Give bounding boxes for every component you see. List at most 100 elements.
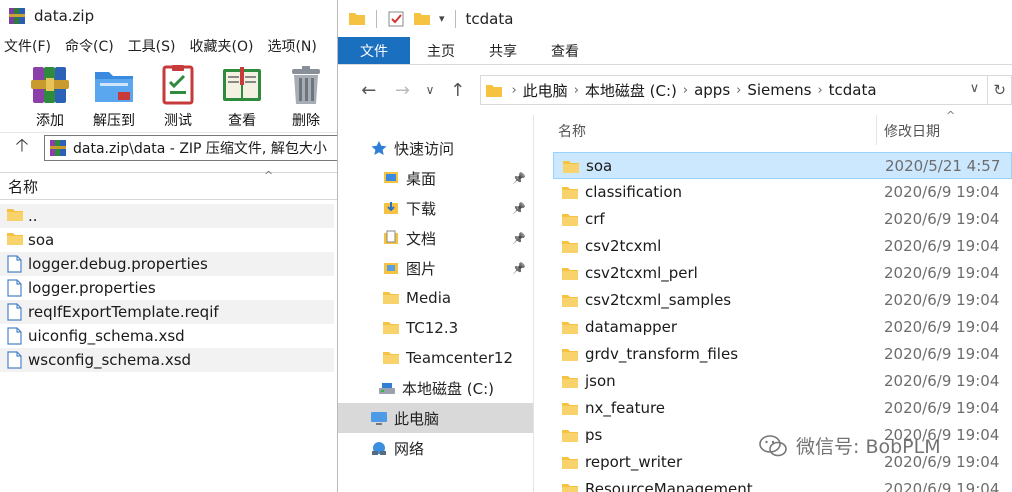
list-item-label: .. [28,207,38,225]
list-item[interactable]: wsconfig_schema.xsd [0,348,334,372]
column-divider[interactable] [876,115,877,145]
pin-icon[interactable]: 📌 [512,202,526,215]
pin-icon[interactable]: 📌 [512,172,526,185]
nav-pane-item[interactable]: 网络 [338,433,534,463]
folder-icon[interactable] [348,11,366,26]
nav-pane-item[interactable]: TC12.3 [338,313,534,343]
tab-home[interactable]: 主页 [410,37,472,64]
winrar-file-list: .. soa logger.debug.properties logger.prope… [0,200,338,372]
table-row[interactable]: grdv_transform_files 2020/6/9 19:04 [553,341,1012,368]
breadcrumb-chevron-icon[interactable]: › [817,83,822,98]
list-item[interactable]: uiconfig_schema.xsd [0,324,334,348]
up-arrow-icon[interactable]: ↑ [441,80,475,101]
delete-label: 删除 [292,113,320,129]
folder-icon [561,455,579,470]
list-item[interactable]: .. [0,204,334,228]
tab-share[interactable]: 共享 [472,37,534,64]
winrar-window: data.zip 文件(F) 命令(C) 工具(S) 收藏夹(O) 选项(N) … [0,0,338,492]
refresh-icon[interactable]: ↻ [988,75,1012,105]
winrar-column-header[interactable]: ^ 名称 [0,169,338,200]
menu-favorites[interactable]: 收藏夹(O) [190,36,254,56]
nav-pane-item-label: Media [406,289,452,307]
nav-pane-item[interactable]: 本地磁盘 (C:) [338,373,534,403]
tab-view[interactable]: 查看 [534,37,596,64]
date-modified: 2020/6/9 19:04 [884,345,1000,363]
archive-path-field[interactable]: data.zip\data - ZIP 压缩文件, 解包大小 [44,134,338,161]
breadcrumb-this-pc[interactable]: 此电脑 [523,80,568,101]
breadcrumb-tcdata[interactable]: tcdata [829,81,877,99]
list-item-label: logger.properties [28,279,156,297]
table-row[interactable]: json 2020/6/9 19:04 [553,368,1012,395]
add-label: 添加 [36,113,64,129]
file-icon [6,351,22,369]
date-modified: 2020/5/21 4:57 [885,157,1001,175]
nav-pane-item[interactable]: 此电脑 [338,403,534,433]
new-folder-icon[interactable] [413,11,431,26]
table-row[interactable]: datamapper 2020/6/9 19:04 [553,314,1012,341]
pin-icon[interactable]: 📌 [512,262,526,275]
address-bar[interactable]: › 此电脑 › 本地磁盘 (C:) › apps › Siemens › tcd… [480,75,989,105]
file-icon [6,327,22,345]
table-row[interactable]: nx_feature 2020/6/9 19:04 [553,395,1012,422]
table-row[interactable]: classification 2020/6/9 19:04 [553,179,1012,206]
nav-pane-item[interactable]: 文档 📌 [338,223,534,253]
table-row[interactable]: csv2tcxml_samples 2020/6/9 19:04 [553,287,1012,314]
nav-pane-item-label: 网络 [394,439,425,458]
winrar-app-icon [9,8,25,24]
nav-pane-item[interactable]: 快速访问 [338,133,534,163]
menu-file[interactable]: 文件(F) [4,36,51,56]
table-row[interactable]: soa 2020/5/21 4:57 [553,152,1012,179]
table-row[interactable]: csv2tcxml 2020/6/9 19:04 [553,233,1012,260]
up-arrow-icon[interactable]: 🡡 [0,133,44,163]
menu-command[interactable]: 命令(C) [65,36,114,56]
date-modified: 2020/6/9 19:04 [884,183,1000,201]
chevron-down-icon[interactable]: ∨ [970,81,980,96]
nav-pane-item[interactable]: Teamcenter12 [338,343,534,373]
menu-options[interactable]: 选项(N) [267,36,316,56]
list-item[interactable]: reqIfExportTemplate.reqif [0,300,334,324]
toolbar-separator [376,9,377,28]
back-arrow-icon[interactable]: ← [352,80,386,101]
nav-pane-item[interactable]: Media [338,283,534,313]
view-button[interactable]: 查看 [210,64,274,130]
extract-to-icon [95,72,133,102]
folder-icon [561,428,579,443]
nav-pane-item[interactable]: 下载 📌 [338,193,534,223]
add-button[interactable]: 添加 [18,64,82,130]
list-item[interactable]: soa [0,228,334,252]
list-item[interactable]: logger.debug.properties [0,252,334,276]
menu-tools[interactable]: 工具(S) [128,36,176,56]
list-item[interactable]: logger.properties [0,276,334,300]
breadcrumb-chevron-icon[interactable]: › [511,83,516,98]
forward-arrow-icon[interactable]: → [386,80,420,101]
customize-dropdown-icon[interactable]: ▾ [439,12,445,25]
breadcrumb-siemens[interactable]: Siemens [747,81,811,99]
breadcrumb-chevron-icon[interactable]: › [574,83,579,98]
breadcrumb-chevron-icon[interactable]: › [736,83,741,98]
tab-file[interactable]: 文件 [338,37,410,64]
name-column-label: 名称 [8,177,39,196]
nav-pane-item[interactable]: 桌面 📌 [338,163,534,193]
breadcrumb-apps[interactable]: apps [694,81,730,99]
folder-icon [382,320,400,336]
list-item-label: soa [28,231,55,249]
breadcrumb-chevron-icon[interactable]: › [683,83,688,98]
nav-pane-item[interactable]: 图片 📌 [338,253,534,283]
table-row[interactable]: ResourceManagement 2020/6/9 19:04 [553,476,1012,492]
breadcrumb-local-disk[interactable]: 本地磁盘 (C:) [585,80,677,101]
pin-icon[interactable]: 📌 [512,232,526,245]
file-name: csv2tcxml_perl [585,264,698,282]
date-modified-column-header[interactable]: 修改日期 [884,121,940,141]
folder-icon [561,374,579,389]
name-column-header[interactable]: 名称 [558,121,586,141]
delete-button[interactable]: 删除 [274,64,338,130]
test-button[interactable]: 测试 [146,64,210,130]
properties-check-icon[interactable] [387,10,405,28]
download-folder-icon [382,200,400,216]
extract-to-button[interactable]: 解压到 [82,64,146,130]
date-modified: 2020/6/9 19:04 [884,291,1000,309]
table-row[interactable]: crf 2020/6/9 19:04 [553,206,1012,233]
table-row[interactable]: csv2tcxml_perl 2020/6/9 19:04 [553,260,1012,287]
recent-locations-icon[interactable]: ∨ [419,83,441,97]
toolbar-separator [454,9,456,28]
